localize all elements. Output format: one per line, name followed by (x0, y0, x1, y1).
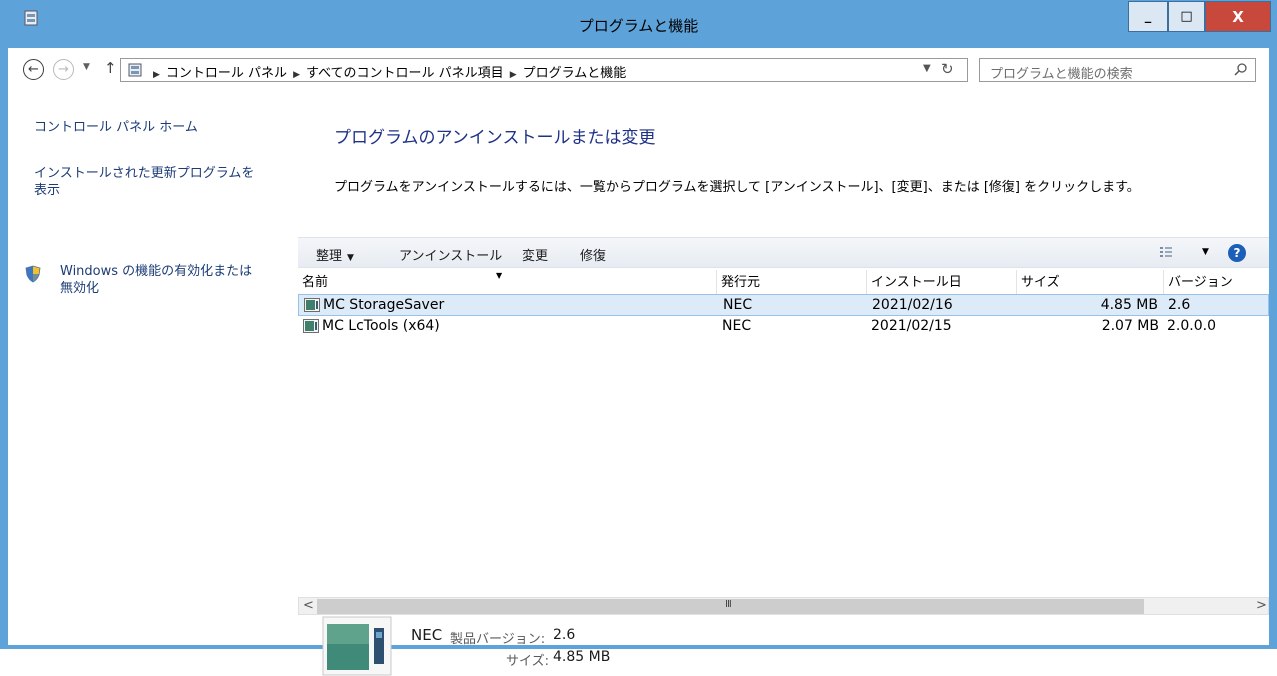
chevron-down-icon: ▼ (347, 253, 354, 263)
program-install-date: 2021/02/16 (872, 297, 953, 313)
page-title: プログラムのアンインストールまたは変更 (334, 128, 656, 148)
column-header-version[interactable]: バージョン (1164, 268, 1269, 294)
command-bar: 整理 ▼ アンインストール 変更 修復 ▼ ? (298, 237, 1269, 268)
breadcrumb-programs-features[interactable]: プログラムと機能 (523, 66, 627, 81)
uac-shield-icon (25, 265, 41, 283)
title-bar[interactable]: プログラムと機能 _ □ X (0, 0, 1277, 48)
sidebar-link-windows-features[interactable]: Windows の機能の有効化または 無効化 (60, 263, 252, 297)
column-header-size[interactable]: サイズ (1017, 268, 1163, 294)
scrollbar-grip: III (725, 599, 732, 610)
details-pane: NEC 製品バージョン: 2.6 サイズ: 4.85 MB (298, 616, 1269, 676)
organize-menu-label: 整理 (316, 249, 343, 264)
sidebar-link-installed-updates[interactable]: インストールされた更新プログラムを 表示 (34, 165, 254, 199)
program-publisher: NEC (723, 297, 753, 313)
sidebar-link-installed-updates-line1: インストールされた更新プログラムを (34, 166, 255, 181)
uninstall-button[interactable]: アンインストール (399, 245, 502, 264)
breadcrumb: ▶ コントロール パネル ▶ すべてのコントロール パネル項目 ▶ プログラムと機能 (147, 62, 626, 81)
search-input[interactable]: プログラムと機能の検索 (979, 58, 1256, 82)
window-title: プログラムと機能 (578, 17, 699, 35)
change-button[interactable]: 変更 (522, 245, 548, 264)
program-icon (304, 298, 320, 312)
breadcrumb-separator-icon[interactable]: ▶ (510, 70, 517, 80)
close-button[interactable]: X (1205, 1, 1271, 32)
breadcrumb-all-items[interactable]: すべてのコントロール パネル項目 (306, 66, 504, 81)
column-header-install-date[interactable]: インストール日 (867, 268, 1016, 294)
maximize-button[interactable]: □ (1168, 1, 1205, 32)
sidebar-link-windows-features-line1: Windows の機能の有効化または (60, 264, 253, 279)
breadcrumb-control-panel[interactable]: コントロール パネル (166, 66, 287, 81)
search-placeholder: プログラムと機能の検索 (990, 67, 1133, 82)
help-icon[interactable]: ? (1228, 244, 1246, 262)
breadcrumb-separator-icon[interactable]: ▶ (153, 70, 160, 80)
detail-size-value: 4.85 MB (553, 649, 611, 665)
view-details-icon[interactable] (1159, 246, 1173, 260)
scrollbar-thumb[interactable]: III (317, 599, 1144, 614)
breadcrumb-separator-icon[interactable]: ▶ (293, 70, 300, 80)
column-header-publisher[interactable]: 発行元 (717, 268, 866, 294)
program-version: 2.0.0.0 (1167, 318, 1216, 334)
view-options-dropdown-icon[interactable]: ▼ (1202, 247, 1209, 257)
refresh-icon[interactable]: ↻ (941, 60, 954, 78)
sidebar-link-windows-features-line2: 無効化 (60, 281, 100, 296)
program-large-icon (322, 616, 392, 676)
scroll-left-icon[interactable]: < (303, 598, 314, 613)
program-install-date: 2021/02/15 (871, 318, 952, 334)
detail-size-label: サイズ: (506, 654, 549, 669)
detail-version-label: 製品バージョン: (450, 632, 546, 647)
navigation-bar: ← → ▼ ↑ ▶ コントロール パネル ▶ すべてのコントロール パネル項目 ▶ プログ… (8, 48, 1269, 92)
program-size: 2.07 MB (1101, 318, 1159, 334)
scroll-right-icon[interactable]: > (1256, 598, 1267, 613)
organize-menu[interactable]: 整理 ▼ (316, 245, 354, 264)
column-header-name[interactable]: 名前 (298, 268, 716, 294)
address-bar[interactable]: ▶ コントロール パネル ▶ すべてのコントロール パネル項目 ▶ プログラムと機能 ▼ … (120, 58, 968, 82)
column-header-name-label: 名前 (302, 275, 329, 290)
detail-version-value: 2.6 (553, 627, 576, 643)
table-header: 名前 ▼ 発行元 インストール日 サイズ バージョン (298, 268, 1269, 294)
control-panel-icon (128, 63, 142, 77)
program-name: MC LcTools (x64) (322, 318, 440, 334)
back-button[interactable]: ← (23, 59, 44, 80)
sidebar: コントロール パネル ホーム インストールされた更新プログラムを 表示 Wind… (8, 92, 298, 645)
program-list: 名前 ▼ 発行元 インストール日 サイズ バージョン MC StorageSav… (298, 268, 1269, 621)
program-name: MC StorageSaver (323, 297, 445, 313)
program-publisher: NEC (722, 318, 752, 334)
main-content: プログラムのアンインストールまたは変更 プログラムをアンインストールするには、一… (298, 92, 1269, 676)
sidebar-link-installed-updates-line2: 表示 (34, 183, 61, 198)
table-row[interactable]: MC StorageSaver NEC 2021/02/16 4.85 MB 2… (298, 294, 1269, 316)
search-icon[interactable] (1233, 62, 1249, 78)
client-area: ← → ▼ ↑ ▶ コントロール パネル ▶ すべてのコントロール パネル項目 ▶ プログ… (8, 48, 1269, 676)
repair-button[interactable]: 修復 (580, 245, 606, 264)
program-size: 4.85 MB (1100, 297, 1158, 313)
forward-button[interactable]: → (53, 59, 74, 80)
sort-descending-icon: ▼ (496, 271, 503, 280)
horizontal-scrollbar[interactable]: < III > (298, 597, 1269, 615)
app-window: プログラムと機能 _ □ X ← → ▼ ↑ ▶ コントロール パネル ▶ すべてのコ… (0, 0, 1277, 676)
program-icon (303, 319, 319, 333)
address-dropdown-icon[interactable]: ▼ (923, 63, 931, 74)
detail-publisher: NEC (411, 626, 443, 644)
sidebar-link-home[interactable]: コントロール パネル ホーム (34, 119, 198, 136)
table-row[interactable]: MC LcTools (x64) NEC 2021/02/15 2.07 MB … (298, 316, 1269, 338)
up-button[interactable]: ↑ (104, 59, 117, 77)
recent-locations-dropdown[interactable]: ▼ (83, 62, 90, 72)
minimize-button[interactable]: _ (1128, 1, 1168, 32)
page-description: プログラムをアンインストールするには、一覧からプログラムを選択して [アンインス… (334, 180, 1140, 195)
program-version: 2.6 (1168, 297, 1191, 313)
